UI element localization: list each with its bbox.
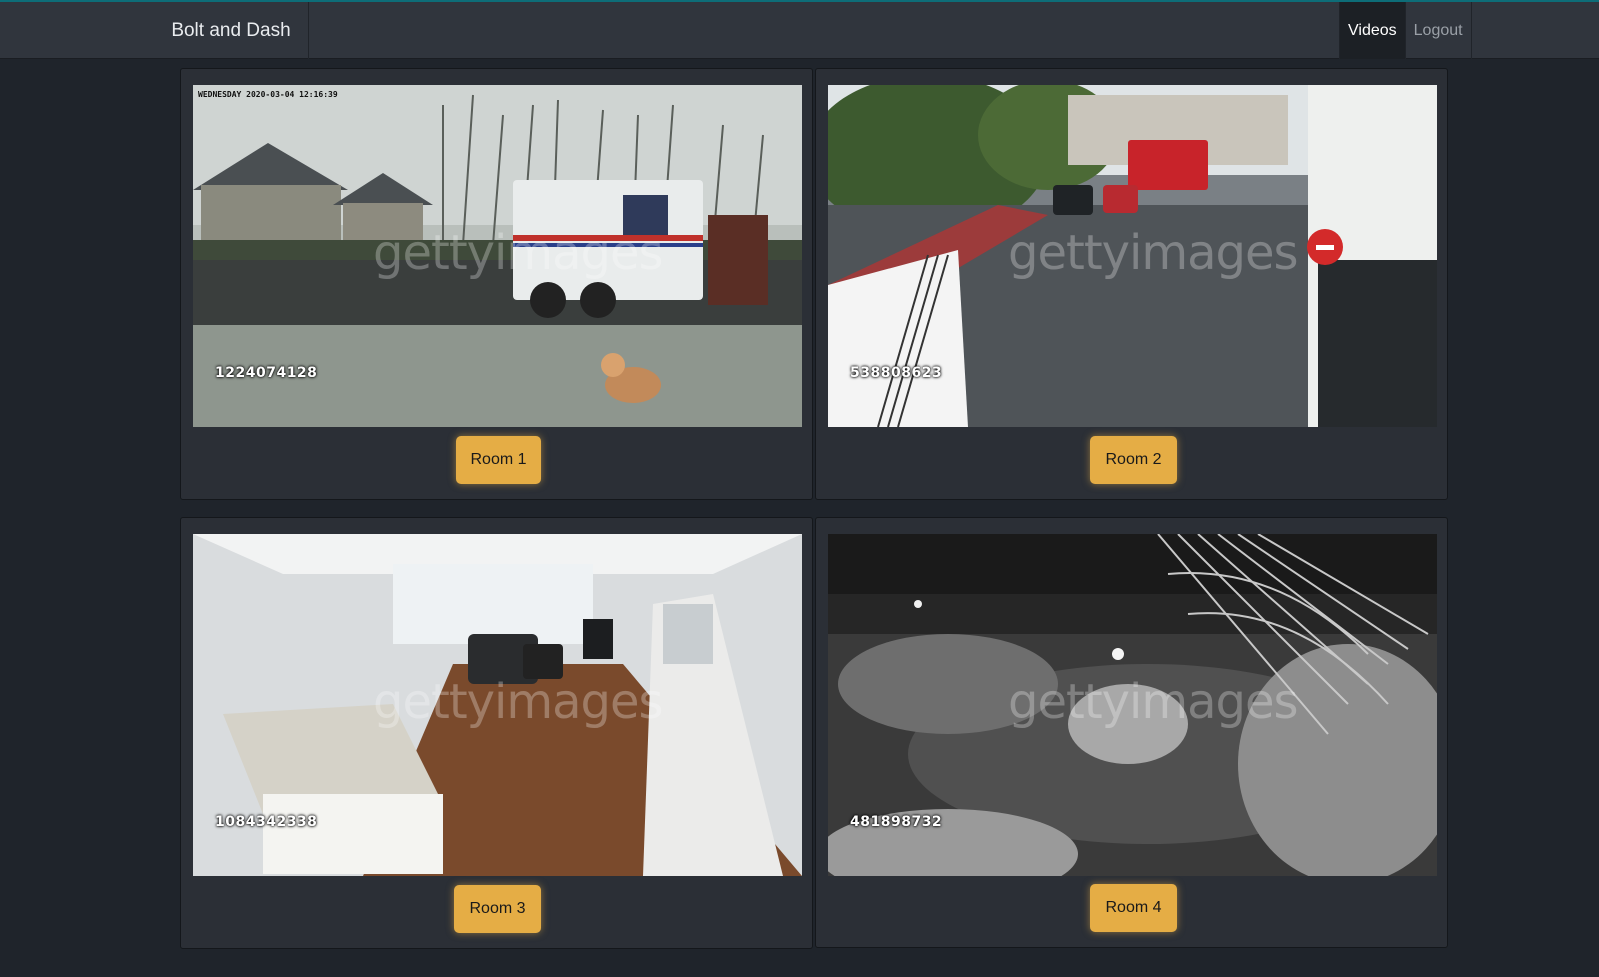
video-id-label: 481898732 (850, 814, 943, 830)
nav-links: Videos Logout (1339, 2, 1472, 59)
video-watermark: gettyimages (1008, 225, 1299, 281)
nav-videos-link[interactable]: Videos (1339, 2, 1406, 59)
room-1-button[interactable]: Room 1 (456, 436, 541, 484)
video-card-room-3: gettyimages 1084342338 Room 3 (180, 517, 813, 949)
navbar: Bolt and Dash Videos Logout (0, 2, 1599, 59)
video-feed-room-2[interactable]: gettyimages 538808623 (828, 85, 1437, 427)
video-timestamp: WEDNESDAY 2020-03-04 12:16:39 (198, 90, 338, 99)
video-feed-room-1[interactable]: WEDNESDAY 2020-03-04 12:16:39 gettyimage… (193, 85, 802, 427)
room-3-button[interactable]: Room 3 (454, 885, 541, 933)
video-id-label: 1224074128 (215, 365, 318, 381)
brand-title[interactable]: Bolt and Dash (154, 2, 309, 59)
nav-logout-link[interactable]: Logout (1406, 2, 1472, 59)
video-feed-room-4[interactable]: gettyimages 481898732 (828, 534, 1437, 876)
room-2-button[interactable]: Room 2 (1090, 436, 1177, 484)
room-4-button[interactable]: Room 4 (1090, 884, 1177, 932)
video-watermark: gettyimages (373, 225, 664, 281)
video-card-room-2: gettyimages 538808623 Room 2 (815, 68, 1448, 500)
video-card-room-1: WEDNESDAY 2020-03-04 12:16:39 gettyimage… (180, 68, 813, 500)
video-id-label: 538808623 (850, 365, 943, 381)
video-card-room-4: gettyimages 481898732 Room 4 (815, 517, 1448, 948)
video-id-label: 1084342338 (215, 814, 318, 830)
video-watermark: gettyimages (373, 674, 664, 730)
video-feed-room-3[interactable]: gettyimages 1084342338 (193, 534, 802, 876)
video-watermark: gettyimages (1008, 674, 1299, 730)
